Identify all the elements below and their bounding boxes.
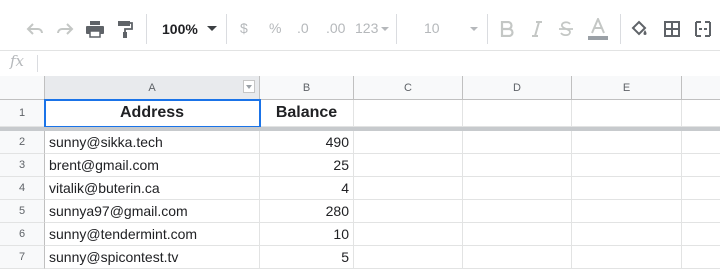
- borders-icon[interactable]: [661, 16, 683, 42]
- cell-d1[interactable]: [463, 100, 572, 127]
- toolbar-divider: [396, 14, 397, 44]
- cell-c3[interactable]: [354, 154, 463, 177]
- cell-c1[interactable]: [354, 100, 463, 127]
- toolbar-divider: [620, 14, 621, 44]
- cell-a5[interactable]: sunnya97@gmail.com: [45, 200, 260, 223]
- column-header-a[interactable]: A: [45, 76, 260, 100]
- toolbar-divider: [146, 14, 147, 44]
- toolbar-divider: [226, 14, 227, 44]
- column-header-c[interactable]: C: [354, 76, 463, 100]
- cell-d7[interactable]: [463, 246, 572, 269]
- cell-b2[interactable]: 490: [260, 131, 354, 154]
- cell-d3[interactable]: [463, 154, 572, 177]
- cell-e6[interactable]: [572, 223, 682, 246]
- cell-e4[interactable]: [572, 177, 682, 200]
- fx-icon: fx: [10, 52, 25, 70]
- row-header[interactable]: 4: [0, 177, 45, 200]
- decrease-decimal-button[interactable]: .0: [297, 20, 309, 36]
- cell-d4[interactable]: [463, 177, 572, 200]
- cell-d5[interactable]: [463, 200, 572, 223]
- toolbar-divider: [487, 14, 488, 44]
- cell-b1[interactable]: Balance: [260, 100, 354, 127]
- text-color-icon[interactable]: [586, 16, 610, 42]
- spreadsheet-grid: A B C D E 1 Address Balance 2 sunny@sikk…: [0, 76, 720, 269]
- cell-a7[interactable]: sunny@spicontest.tv: [45, 246, 260, 269]
- row-header[interactable]: 6: [0, 223, 45, 246]
- formula-bar[interactable]: fx: [0, 50, 720, 77]
- row-header[interactable]: 2: [0, 131, 45, 154]
- column-header-d[interactable]: D: [463, 76, 572, 100]
- cell-b7[interactable]: 5: [260, 246, 354, 269]
- cell-c2[interactable]: [354, 131, 463, 154]
- cell-f1[interactable]: [682, 100, 720, 127]
- row-header[interactable]: 7: [0, 246, 45, 269]
- formula-bar-divider: [37, 55, 38, 72]
- cell-b6[interactable]: 10: [260, 223, 354, 246]
- fill-color-icon[interactable]: [628, 16, 650, 42]
- paint-format-icon[interactable]: [114, 16, 136, 42]
- chevron-down-icon[interactable]: [207, 26, 217, 31]
- cell-c6[interactable]: [354, 223, 463, 246]
- cell-b5[interactable]: 280: [260, 200, 354, 223]
- cell-a4[interactable]: vitalik@buterin.ca: [45, 177, 260, 200]
- select-all-corner[interactable]: [0, 76, 45, 100]
- zoom-select[interactable]: 100%: [162, 21, 198, 37]
- cell-c7[interactable]: [354, 246, 463, 269]
- cell-e2[interactable]: [572, 131, 682, 154]
- cell-c4[interactable]: [354, 177, 463, 200]
- cell-d6[interactable]: [463, 223, 572, 246]
- filter-dropdown-icon[interactable]: [243, 80, 255, 93]
- column-header-b[interactable]: B: [260, 76, 354, 100]
- increase-decimal-button[interactable]: .00: [326, 20, 345, 36]
- cell-e7[interactable]: [572, 246, 682, 269]
- strikethrough-icon[interactable]: [556, 16, 576, 42]
- row-header[interactable]: 5: [0, 200, 45, 223]
- row-header[interactable]: 3: [0, 154, 45, 177]
- cell-e5[interactable]: [572, 200, 682, 223]
- cell-b4[interactable]: 4: [260, 177, 354, 200]
- merge-cells-icon[interactable]: [692, 16, 714, 42]
- more-formats-button[interactable]: 123: [355, 20, 378, 36]
- redo-icon[interactable]: [54, 16, 76, 42]
- cell-a2[interactable]: sunny@sikka.tech: [45, 131, 260, 154]
- cell-f3[interactable]: [682, 154, 720, 177]
- cell-e3[interactable]: [572, 154, 682, 177]
- column-header-f[interactable]: [682, 76, 720, 100]
- cell-f5[interactable]: [682, 200, 720, 223]
- undo-icon[interactable]: [24, 16, 46, 42]
- column-header-e[interactable]: E: [572, 76, 682, 100]
- cell-d2[interactable]: [463, 131, 572, 154]
- cell-b3[interactable]: 25: [260, 154, 354, 177]
- cell-f6[interactable]: [682, 223, 720, 246]
- percent-format-button[interactable]: %: [269, 20, 281, 36]
- chevron-down-icon[interactable]: [381, 27, 389, 31]
- chevron-down-icon[interactable]: [470, 27, 478, 31]
- row-header[interactable]: 1: [0, 100, 45, 127]
- cell-f4[interactable]: [682, 177, 720, 200]
- font-size-select[interactable]: 10: [424, 20, 440, 36]
- currency-format-button[interactable]: $: [240, 20, 248, 36]
- cell-e1[interactable]: [572, 100, 682, 127]
- cell-f2[interactable]: [682, 131, 720, 154]
- cell-a3[interactable]: brent@gmail.com: [45, 154, 260, 177]
- italic-icon[interactable]: [527, 16, 547, 42]
- cell-f7[interactable]: [682, 246, 720, 269]
- cell-a6[interactable]: sunny@tendermint.com: [45, 223, 260, 246]
- cell-c5[interactable]: [354, 200, 463, 223]
- bold-icon[interactable]: [497, 16, 517, 42]
- print-icon[interactable]: [84, 16, 106, 42]
- cell-a1[interactable]: Address: [45, 100, 260, 127]
